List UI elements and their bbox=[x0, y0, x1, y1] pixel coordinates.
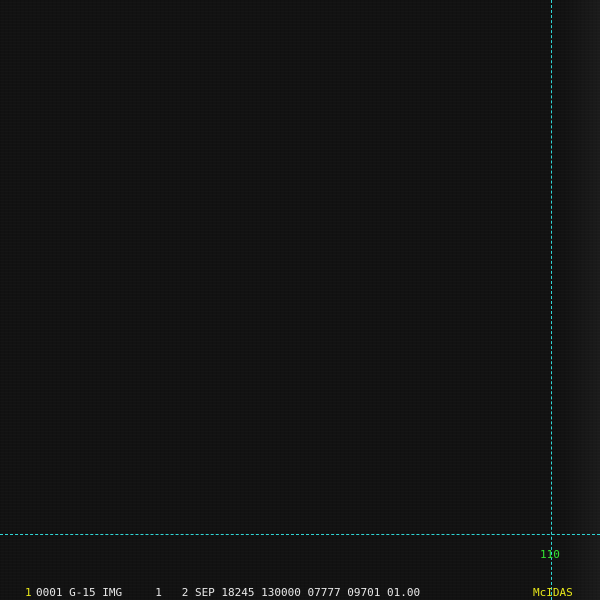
lat-lon-grid-line-vertical bbox=[551, 0, 552, 600]
image-status-bar: 1 0001 G-15 IMG 1 2 SEP 18245 130000 077… bbox=[0, 585, 600, 600]
lat-lon-grid-line-horizontal bbox=[0, 534, 600, 535]
frame-number: 1 bbox=[25, 586, 32, 599]
satellite-image-frame: 110 1 0001 G-15 IMG 1 2 SEP 18245 130000… bbox=[0, 0, 600, 600]
earth-limb-haze bbox=[564, 0, 600, 600]
mcidas-label: McIDAS bbox=[533, 586, 573, 599]
grid-line-label: 110 bbox=[540, 548, 560, 561]
image-info-text: 0001 G-15 IMG 1 2 SEP 18245 130000 07777… bbox=[36, 586, 421, 599]
